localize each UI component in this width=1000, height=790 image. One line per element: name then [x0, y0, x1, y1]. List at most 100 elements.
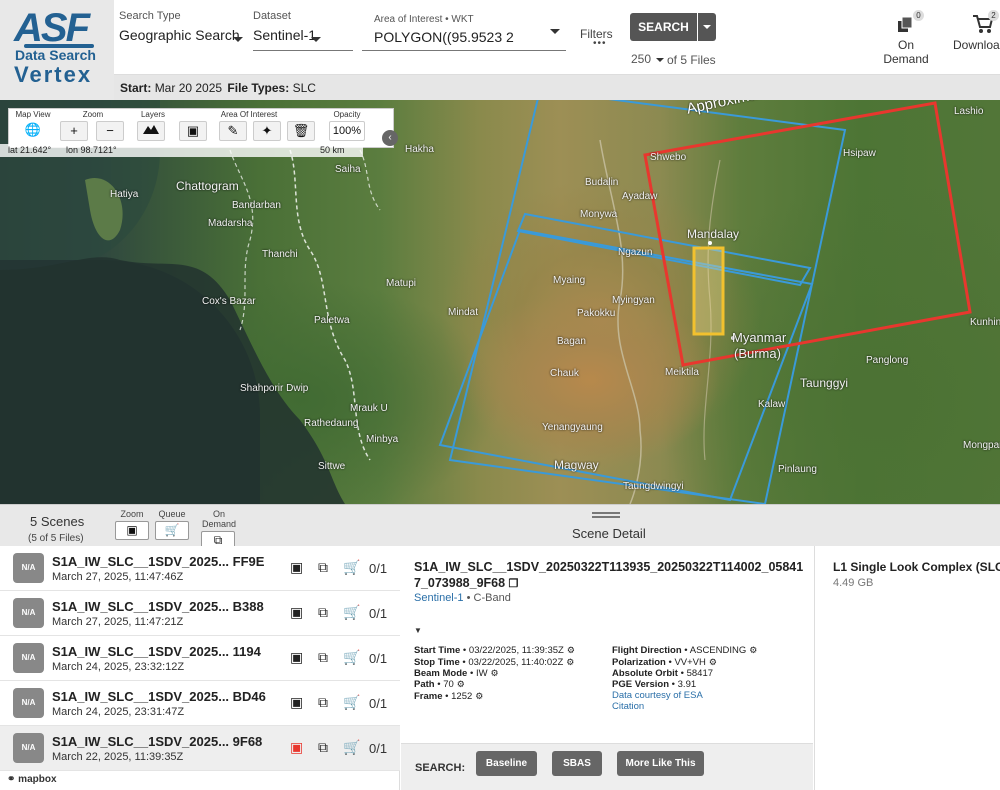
cart-icon[interactable]: 🛒 — [343, 649, 360, 666]
globe-icon[interactable]: 🌐 — [19, 121, 47, 141]
scene-detail-title-text: S1A_IW_SLC__1SDV_20250322T113935_2025032… — [414, 560, 804, 590]
search-type-select[interactable]: Search Type Geographic Search — [119, 10, 245, 43]
dataset-select[interactable]: Dataset Sentinel-1 — [253, 10, 353, 51]
scene-row[interactable]: N/A S1A_IW_SLC__1SDV_2025... BD46 March … — [0, 681, 400, 726]
map-label: Meiktila — [665, 367, 699, 378]
gear-icon[interactable]: ⚙ — [567, 645, 575, 655]
opacity-group: Opacity 100% — [327, 109, 367, 149]
cart-icon[interactable]: 🛒 — [343, 559, 360, 576]
max-results-select[interactable]: 250 — [631, 52, 665, 66]
cart-icon[interactable]: 🛒 — [155, 521, 189, 540]
on-demand-icon[interactable]: ⧉ — [318, 739, 328, 756]
zoom-in-icon[interactable]: + — [60, 121, 88, 141]
on-demand-icon[interactable]: ⧉ — [318, 649, 328, 666]
zoom-out-icon[interactable]: − — [96, 121, 124, 141]
absolute-orbit-label: Absolute Orbit — [612, 668, 678, 679]
gear-icon[interactable]: ⚙ — [566, 657, 574, 667]
cart-icon[interactable]: 🛒 — [343, 694, 360, 711]
collapse-toolbar-icon[interactable]: ‹ — [382, 130, 398, 146]
on-demand-icon[interactable]: ⧉ — [318, 694, 328, 711]
map-label: Panglong — [866, 355, 909, 366]
scene-thumbnail: N/A — [13, 733, 44, 763]
map-label: Myaing — [553, 275, 586, 286]
search-button[interactable]: SEARCH — [630, 13, 697, 41]
map-label: Shwebo — [650, 152, 687, 163]
on-demand-button[interactable]: 0 On Demand — [876, 10, 936, 66]
scene-row[interactable]: N/A S1A_IW_SLC__1SDV_2025... B388 March … — [0, 591, 400, 636]
scenes-count: 5 Scenes — [30, 514, 85, 529]
on-demand-icon[interactable]: ⧉ — [318, 559, 328, 576]
resize-handle-icon[interactable] — [592, 512, 620, 518]
zoom-to-scene-icon[interactable]: ▣ — [290, 604, 303, 621]
zoom-to-scene-icon[interactable]: ▣ — [290, 739, 303, 756]
zoom-action-label: Zoom — [120, 509, 144, 519]
layers-icon[interactable] — [137, 121, 165, 141]
scene-detail-panel: S1A_IW_SLC__1SDV_20250322T113935_2025032… — [401, 546, 813, 790]
absolute-orbit-value: 58417 — [686, 668, 714, 679]
platform-link[interactable]: Sentinel-1 — [414, 592, 464, 604]
data-courtesy-link[interactable]: Data courtesy of ESA — [612, 690, 703, 701]
queue-all[interactable]: Queue 🛒 — [155, 509, 189, 540]
copy-icon[interactable]: ❐ — [509, 578, 519, 590]
beam-mode-row: Beam Mode • IW ⚙ — [414, 668, 499, 679]
zoom-to-scene-icon[interactable]: ▣ — [290, 694, 303, 711]
gear-icon[interactable]: ⚙ — [457, 679, 465, 689]
gear-icon[interactable]: ⚙ — [491, 668, 499, 678]
asf-logo[interactable]: ASF Data Search Vertex — [0, 0, 114, 100]
cart-icon[interactable]: 🛒 — [343, 604, 360, 621]
scene-date: March 27, 2025, 11:47:21Z — [52, 616, 184, 628]
results-header: 5 Scenes (5 of 5 Files) Zoom ▣ Queue 🛒 O… — [0, 504, 1000, 550]
search-summary-text: Start: Mar 20 2025 File Types: SLC — [120, 81, 316, 95]
mapbox-logo[interactable]: ⚭ mapbox — [7, 774, 57, 785]
map-overlay — [0, 100, 972, 504]
gear-icon[interactable]: ⚙ — [709, 657, 717, 667]
baseline-button[interactable]: Baseline — [476, 751, 537, 776]
opacity-value[interactable]: 100% — [329, 121, 365, 141]
downloads-count-badge: 2 — [988, 10, 999, 21]
gear-icon[interactable]: ⚙ — [749, 645, 757, 655]
on-demand-all[interactable]: On Demand ⧉ — [195, 509, 243, 550]
map-label: Mrauk U — [350, 403, 388, 414]
zoom-to-results[interactable]: Zoom ▣ — [115, 509, 149, 540]
aoi-wkt-input[interactable]: Area of Interest • WKT POLYGON((95.9523 … — [362, 14, 566, 51]
zoom-to-scene-icon[interactable]: ▣ — [290, 559, 303, 576]
more-like-this-button[interactable]: More Like This — [617, 751, 704, 776]
map-label: Bagan — [557, 336, 586, 347]
draw-box-icon[interactable]: ▣ — [179, 121, 207, 141]
scene-row[interactable]: N/A S1A_IW_SLC__1SDV_2025... 1194 March … — [0, 636, 400, 681]
scene-row-selected[interactable]: N/A S1A_IW_SLC__1SDV_2025... 9F68 March … — [0, 726, 400, 771]
on-demand-icon[interactable]: ⧉ — [318, 604, 328, 621]
trash-icon[interactable]: 🗑 — [287, 121, 315, 141]
filters-button[interactable]: Filters ••• — [580, 27, 613, 49]
scale-text: 50 km — [320, 145, 345, 155]
scene-row[interactable]: N/A S1A_IW_SLC__1SDV_2025... FF9E March … — [0, 546, 400, 591]
map-label: Chauk — [550, 368, 579, 379]
citation-link[interactable]: Citation — [612, 701, 644, 712]
map-view[interactable]: Approximate Placement Only Hakha Saiha H… — [0, 100, 1000, 504]
magic-wand-icon[interactable]: ✦ — [253, 121, 281, 141]
start-label: Start: — [120, 81, 152, 95]
gear-icon[interactable]: ⚙ — [475, 691, 483, 701]
filetypes-value: SLC — [292, 81, 316, 95]
expand-triangle-icon[interactable]: ▼ — [414, 626, 422, 635]
map-label: Hakha — [405, 144, 434, 155]
path-row: Path • 70 ⚙ — [414, 679, 465, 690]
zoom-results-icon[interactable]: ▣ — [115, 521, 149, 540]
search-dropdown-button[interactable] — [698, 13, 716, 41]
downloads-button[interactable]: 2 Downloads — [953, 10, 1000, 52]
map-label: Mongpan — [963, 440, 1000, 451]
map-label: Ngazun — [618, 247, 653, 258]
frame-value: 1252 — [451, 691, 473, 702]
chevron-down-icon — [550, 29, 560, 34]
map-label: Paletwa — [314, 315, 350, 326]
pencil-icon[interactable]: ✎ — [219, 121, 247, 141]
file-product-title[interactable]: L1 Single Look Complex (SLC) — [833, 560, 1000, 574]
sbas-button[interactable]: SBAS — [552, 751, 602, 776]
zoom-to-scene-icon[interactable]: ▣ — [290, 649, 303, 666]
start-time-value: 03/22/2025, 11:39:35Z — [468, 645, 564, 656]
scene-date: March 27, 2025, 11:47:46Z — [52, 571, 184, 583]
logo-vertex-text: Vertex — [14, 62, 93, 87]
cart-icon[interactable]: 🛒 — [343, 739, 360, 756]
flight-direction-label: Flight Direction — [612, 645, 682, 656]
scene-thumbnail: N/A — [13, 643, 44, 673]
